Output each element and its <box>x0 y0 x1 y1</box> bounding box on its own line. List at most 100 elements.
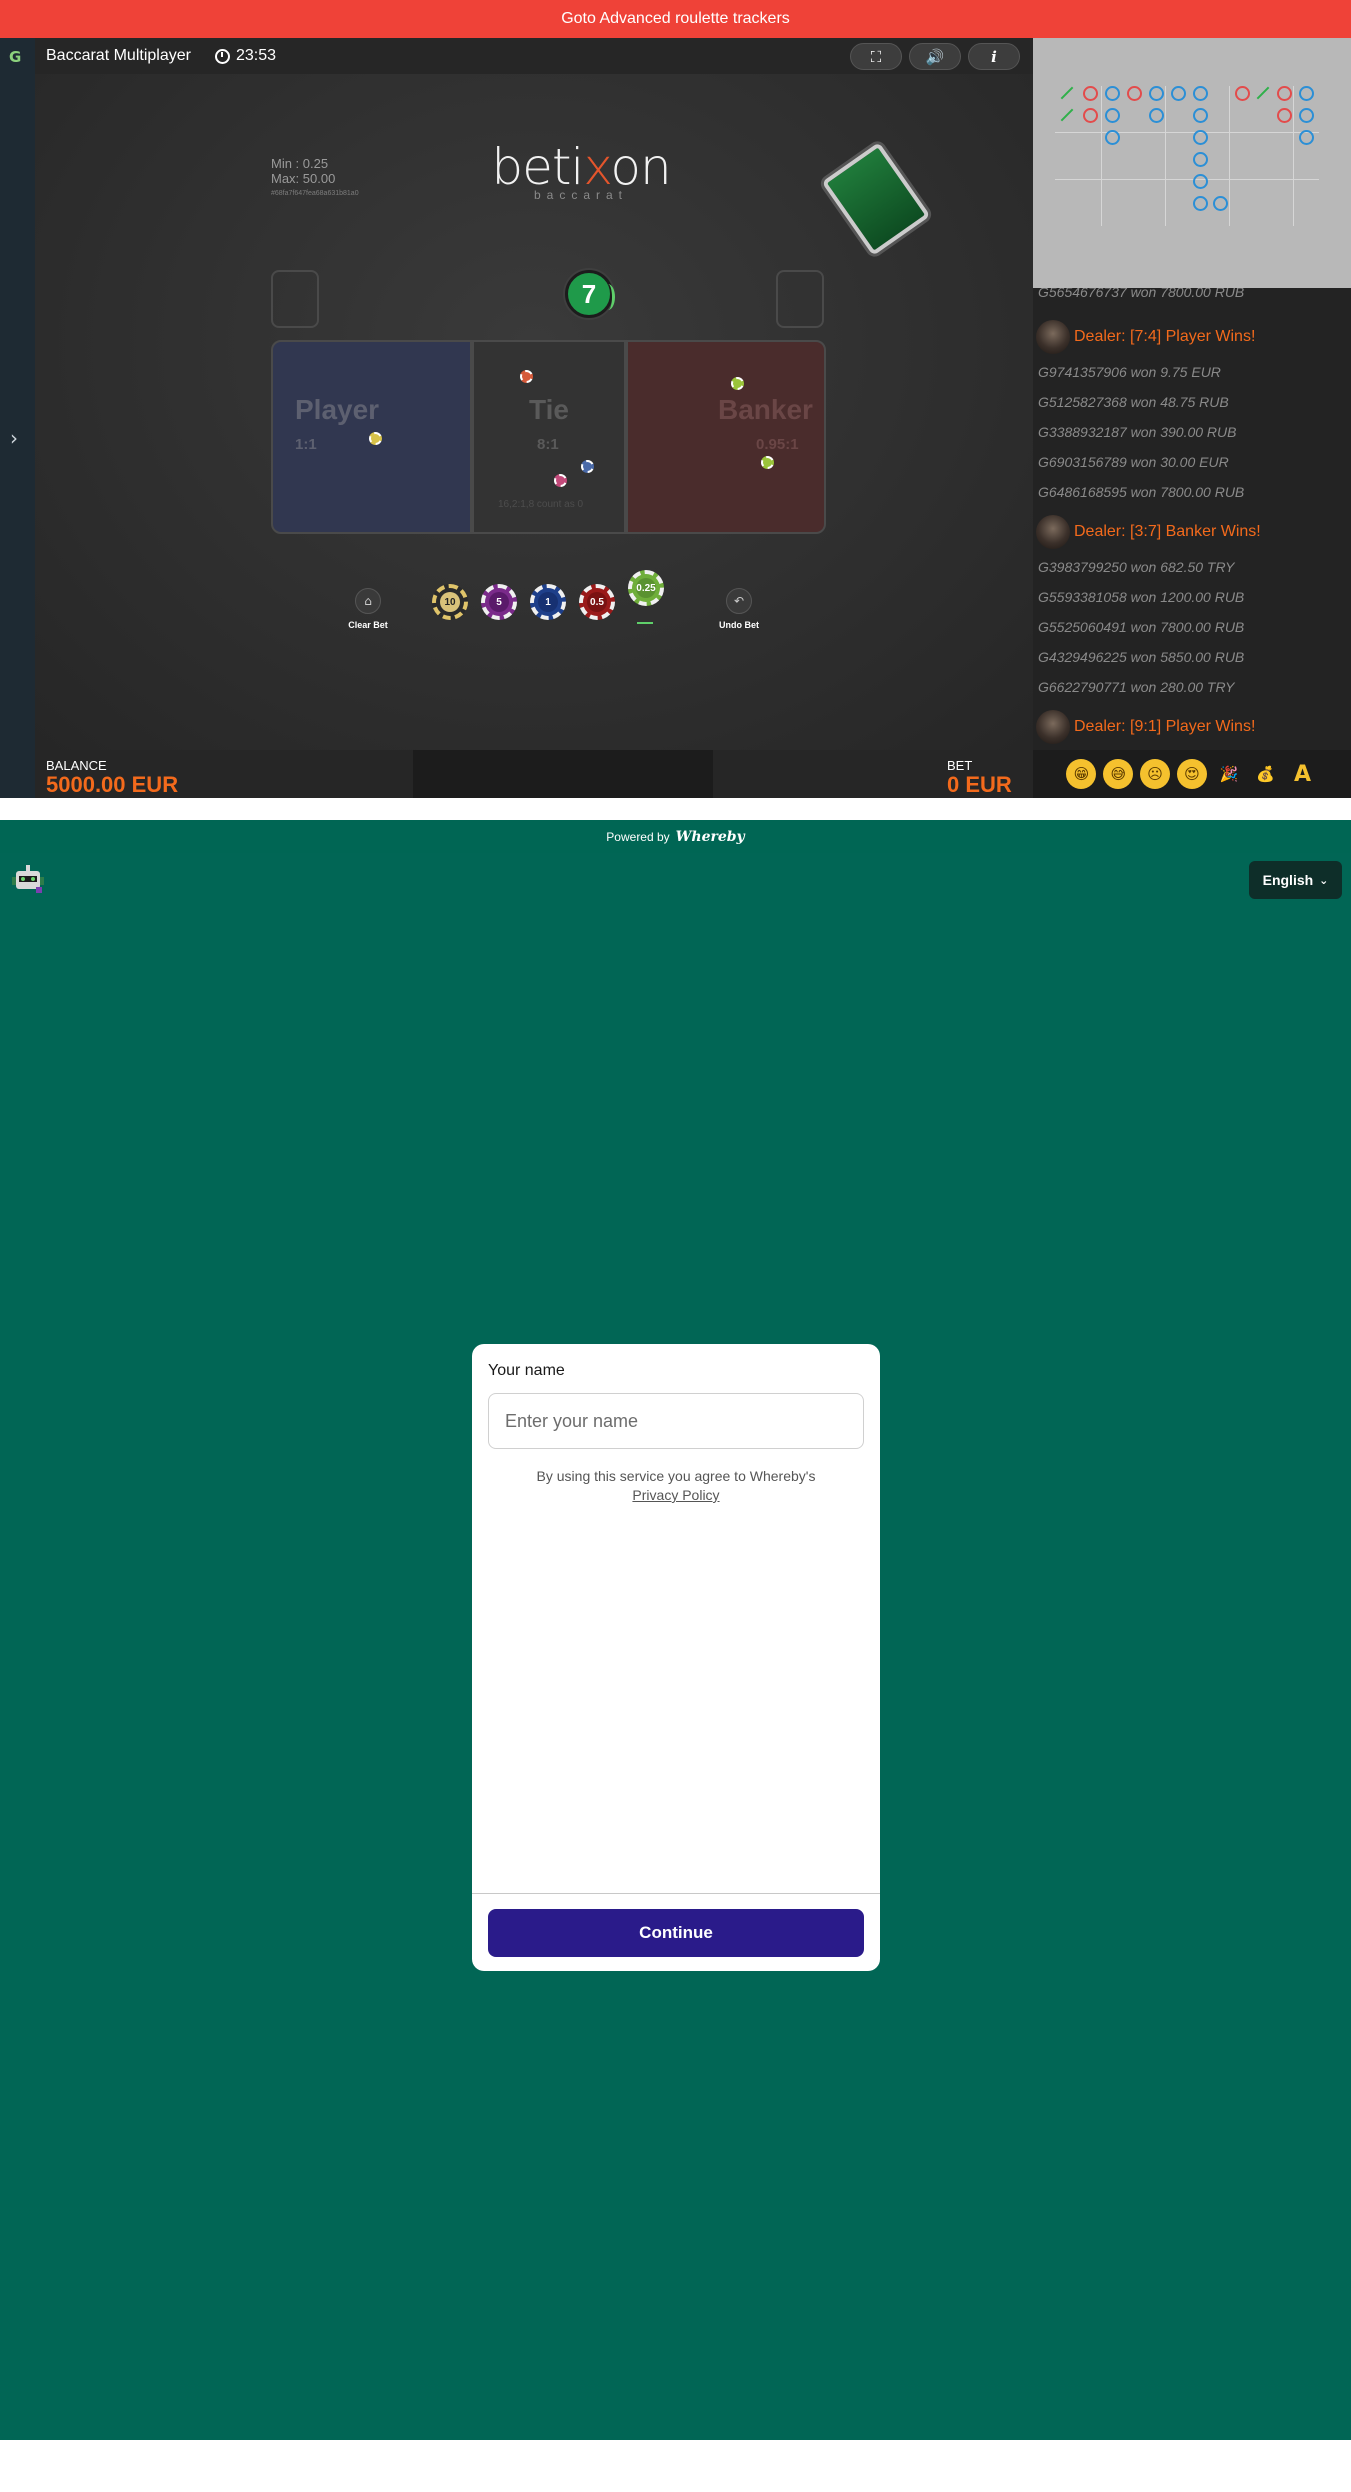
language-select[interactable]: English ⌄ <box>1249 861 1342 899</box>
banker-card-slot <box>776 270 824 328</box>
feed-win-line: G6486168595 won 7800.00 RUB <box>1038 484 1245 500</box>
fullscreen-icon: ⛶ <box>870 47 882 66</box>
limit-min: Min : 0.25 <box>271 156 329 171</box>
heart-eyes-emoji-icon[interactable]: 😍 <box>1176 759 1207 789</box>
game-footer: BALANCE 5000.00 EUR BET 0 EUR <box>35 750 1033 798</box>
sweat-smile-emoji-icon[interactable]: 😅 <box>1103 759 1134 789</box>
game-table: Min : 0.25 Max: 50.00 #68fa7f647fea68a63… <box>35 74 1033 750</box>
site-logo-icon[interactable]: G <box>9 48 25 68</box>
banker-bet-zone[interactable]: Banker 0.95:1 <box>626 340 826 534</box>
tie-note: 16,2:1,8 count as 0 <box>498 499 584 510</box>
banner-text[interactable]: Goto Advanced roulette trackers <box>561 10 790 28</box>
privacy-policy-link[interactable]: Privacy Policy <box>632 1487 719 1503</box>
terms-text: By using this service you agree to Where… <box>536 1468 816 1503</box>
name-dialog: Your name By using this service you agre… <box>472 1344 880 1971</box>
selected-chip-indicator <box>637 622 653 624</box>
chip-0-5[interactable]: 0.5 <box>579 584 615 620</box>
feed-win-line: G5525060491 won 7800.00 RUB <box>1038 619 1245 635</box>
text-style-icon[interactable]: A <box>1287 759 1317 789</box>
chip-marker-icon <box>761 456 774 469</box>
countdown-ring-icon <box>601 284 615 310</box>
grin-emoji-icon[interactable]: 😁 <box>1066 759 1097 789</box>
tie-bet-zone[interactable]: Tie 8:1 16,2:1,8 count as 0 <box>472 340 626 534</box>
game-timer: 23:53 <box>215 47 276 65</box>
chip-10[interactable]: 10 <box>432 584 468 620</box>
dialog-divider <box>472 1893 880 1894</box>
player-card-slot <box>271 270 319 328</box>
dealer-avatar <box>1036 710 1070 744</box>
whereby-room: English ⌄ Your name By using this servic… <box>0 853 1351 2440</box>
tie-label: Tie <box>529 394 569 425</box>
clock-icon <box>215 48 230 64</box>
chip-marker-icon <box>520 370 533 383</box>
table-limits: Min : 0.25 Max: 50.00 #68fa7f647fea68a63… <box>271 156 359 201</box>
page-bottom <box>0 2440 1351 2492</box>
feed-win-line: G3388932187 won 390.00 RUB <box>1038 424 1237 440</box>
chip-1[interactable]: 1 <box>530 584 566 620</box>
chevron-right-icon[interactable]: › <box>10 426 18 450</box>
dealer-avatar <box>1036 320 1070 354</box>
undo-icon: ↶ <box>733 594 745 608</box>
roadmap <box>1033 38 1351 288</box>
party-popper-icon[interactable]: 🎉 <box>1214 759 1244 789</box>
chip-marker-icon <box>554 474 567 487</box>
card-shoe-icon <box>821 142 931 256</box>
undo-bet-button[interactable]: ↶ <box>726 588 752 614</box>
tie-odds: 8:1 <box>537 436 559 453</box>
game-title: Baccarat Multiplayer <box>46 47 191 64</box>
banker-label: Banker <box>718 394 813 425</box>
right-panel: G5654676737 won 7800.00 RUB Dealer: [7:4… <box>1033 38 1351 798</box>
roulette-trackers-banner[interactable]: Goto Advanced roulette trackers <box>0 0 1351 38</box>
feed-win-line: G6903156789 won 30.00 EUR <box>1038 454 1229 470</box>
frown-emoji-icon[interactable]: ☹ <box>1140 759 1171 789</box>
feed-dealer-line: Dealer: [7:4] Player Wins! <box>1036 320 1255 354</box>
fullscreen-button[interactable]: ⛶ <box>850 43 902 70</box>
info-icon: i <box>991 47 997 66</box>
whereby-logo[interactable]: Whereby <box>676 829 745 845</box>
speaker-icon: 🔊 <box>925 47 945 66</box>
balance-value: 5000.00 EUR <box>46 772 179 797</box>
clear-bet-label[interactable]: Clear Bet <box>338 620 398 630</box>
feed-dealer-line: Dealer: [3:7] Banker Wins! <box>1036 515 1261 549</box>
whereby-powered-bar: Powered by Whereby <box>0 820 1351 853</box>
feed-win-line: G4329496225 won 5850.00 RUB <box>1038 649 1245 665</box>
name-input[interactable] <box>488 1393 864 1449</box>
chip-marker-icon <box>731 377 744 390</box>
eraser-icon: ⌂ <box>364 594 372 608</box>
feed-win-line: G5654676737 won 7800.00 RUB <box>1038 288 1245 300</box>
name-label: Your name <box>488 1362 565 1379</box>
undo-bet-label[interactable]: Undo Bet <box>709 620 769 630</box>
chip-5[interactable]: 5 <box>481 584 517 620</box>
footer-center <box>413 750 713 798</box>
bet-value: 0 EUR <box>947 772 1012 797</box>
chip-marker-icon <box>369 432 382 445</box>
limit-max: Max: 50.00 <box>271 171 336 186</box>
game-header: Baccarat Multiplayer 23:53 ⛶ 🔊 i <box>35 38 1033 74</box>
powered-by-text: Powered by <box>606 829 670 844</box>
clear-bet-button[interactable]: ⌂ <box>355 588 381 614</box>
banker-odds: 0.95:1 <box>756 436 799 453</box>
chip-0-25[interactable]: 0.25 <box>628 570 664 606</box>
activity-feed: G5654676737 won 7800.00 RUB Dealer: [7:4… <box>1033 288 1351 750</box>
bet-label: BET <box>947 758 973 773</box>
game-sidebar: G › <box>0 38 35 798</box>
baccarat-game: G › Baccarat Multiplayer 23:53 ⛶ 🔊 i Min… <box>0 38 1351 798</box>
balance-label: BALANCE <box>46 758 107 773</box>
betixon-logo-sub: baccarat <box>533 188 629 202</box>
player-bet-zone[interactable]: Player 1:1 <box>271 340 472 534</box>
feed-win-line: G3983799250 won 682.50 TRY <box>1038 559 1235 575</box>
robot-logo-icon <box>12 865 44 893</box>
chip-marker-icon <box>581 460 594 473</box>
emoji-bar: 😁 😅 ☹ 😍 🎉 💰 A <box>1033 750 1351 798</box>
feed-win-line: G6622790771 won 280.00 TRY <box>1038 679 1235 695</box>
chevron-down-icon: ⌄ <box>1319 873 1329 887</box>
table-hash: #68fa7f647fea68a631b81a0 <box>271 190 359 197</box>
info-button[interactable]: i <box>968 43 1020 70</box>
money-bag-icon[interactable]: 💰 <box>1251 759 1281 789</box>
feed-win-line: G5593381058 won 1200.00 RUB <box>1038 589 1245 605</box>
player-label: Player <box>295 394 380 425</box>
continue-button[interactable]: Continue <box>488 1909 864 1957</box>
language-value: English <box>1262 872 1314 888</box>
sound-button[interactable]: 🔊 <box>909 43 961 70</box>
feed-win-line: G5125827368 won 48.75 RUB <box>1038 394 1229 410</box>
